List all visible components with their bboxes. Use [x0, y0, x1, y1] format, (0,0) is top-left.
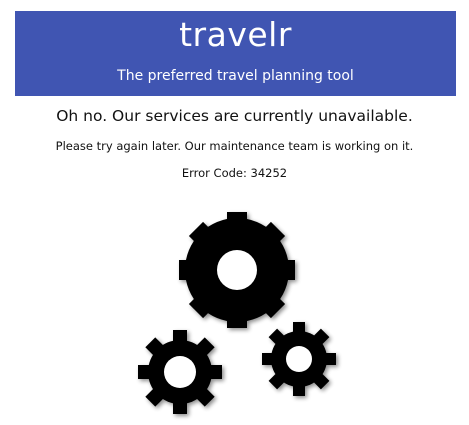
outage-title: Oh no. Our services are currently unavai… [56, 107, 413, 125]
large-gear-icon [179, 212, 295, 328]
brand-logo-text: travelr [179, 15, 292, 54]
maintenance-page: travelr The preferred travel planning to… [0, 0, 469, 425]
tagline: The preferred travel planning tool [117, 68, 354, 84]
header-banner: travelr The preferred travel planning to… [15, 11, 456, 96]
small-gear-left-icon [138, 330, 222, 414]
gears-icon [138, 212, 336, 414]
error-code: Error Code: 34252 [181, 166, 288, 180]
small-gear-right-icon [262, 322, 336, 396]
outage-detail: Please try again later. Our maintenance … [55, 139, 414, 153]
